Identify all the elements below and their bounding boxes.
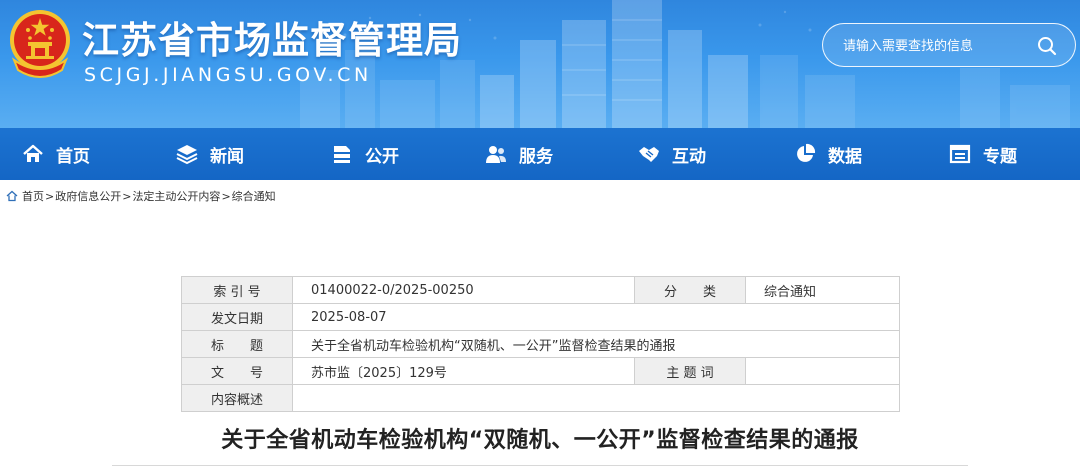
breadcrumb-item-notice[interactable]: 综合通知 (232, 188, 276, 204)
table-row: 标 题 关于全省机动车检验机构“双随机、一公开”监督检查结果的通报 (181, 330, 900, 358)
date-value: 2025-08-07 (292, 303, 900, 331)
nav-item-service[interactable]: 服务 (485, 128, 553, 180)
docno-value: 苏市监〔2025〕129号 (292, 357, 635, 385)
breadcrumb-item-statutory[interactable]: 法定主动公开内容 (132, 188, 220, 204)
article-title: 关于全省机动车检验机构“双随机、一公开”监督检查结果的通报 (221, 428, 859, 453)
nav-label: 数据 (828, 146, 862, 167)
breadcrumb-item-home[interactable]: 首页 (22, 188, 44, 204)
nav-item-public[interactable]: 公开 (331, 128, 399, 180)
keywords-label: 主 题 词 (634, 357, 746, 385)
summary-value (292, 384, 900, 412)
main-nav: 首页 新闻 公开 服务 互动 数据 专题 (0, 128, 1080, 180)
summary-label: 内容概述 (181, 384, 293, 412)
users-icon (486, 146, 506, 163)
nav-item-topics[interactable]: 专题 (949, 128, 1017, 180)
window-icon (949, 144, 971, 164)
search-box (822, 23, 1076, 67)
title-value: 关于全省机动车检验机构“双随机、一公开”监督检查结果的通报 (292, 330, 900, 358)
nav-label: 服务 (519, 146, 553, 167)
index-label: 索 引 号 (181, 276, 293, 304)
keywords-value (745, 357, 900, 385)
handshake-icon (639, 147, 659, 162)
site-header: 江苏省市场监督管理局 SCJGJ.JIANGSU.GOV.CN (0, 0, 1080, 128)
title-label: 标 题 (181, 330, 293, 358)
index-value: 01400022-0/2025-00250 (292, 276, 635, 304)
breadcrumb: 首页 > 政府信息公开 > 法定主动公开内容 > 综合通知 (6, 188, 276, 204)
nav-item-data[interactable]: 数据 (794, 128, 862, 180)
site-title: 江苏省市场监督管理局 (82, 19, 462, 62)
nav-label: 公开 (365, 146, 399, 167)
nav-item-interaction[interactable]: 互动 (638, 128, 706, 180)
breadcrumb-separator: > (221, 189, 231, 203)
nav-label: 首页 (56, 146, 90, 167)
nav-item-home[interactable]: 首页 (22, 128, 90, 180)
pie-chart-icon (797, 143, 816, 162)
stack-icon (334, 146, 350, 163)
title-divider (112, 465, 968, 466)
nav-label: 新闻 (210, 146, 244, 167)
national-emblem-icon (10, 10, 70, 78)
breadcrumb-separator: > (122, 189, 132, 203)
document-meta-table: 索 引 号 01400022-0/2025-00250 分 类 综合通知 发文日… (181, 276, 900, 412)
nav-label: 专题 (983, 146, 1017, 167)
table-row: 索 引 号 01400022-0/2025-00250 分 类 综合通知 (181, 276, 900, 304)
category-value: 综合通知 (745, 276, 900, 304)
breadcrumb-separator: > (45, 189, 55, 203)
search-icon[interactable] (1036, 35, 1058, 57)
search-input[interactable] (843, 36, 1033, 56)
table-row: 内容概述 (181, 384, 900, 412)
layers-icon (176, 145, 198, 165)
nav-item-news[interactable]: 新闻 (176, 128, 244, 180)
category-label: 分 类 (634, 276, 746, 304)
breadcrumb-home-icon (6, 190, 18, 202)
date-label: 发文日期 (181, 303, 293, 331)
table-row: 文 号 苏市监〔2025〕129号 主 题 词 (181, 357, 900, 385)
site-url: SCJGJ.JIANGSU.GOV.CN (84, 64, 372, 86)
home-icon (23, 144, 43, 162)
docno-label: 文 号 (181, 357, 293, 385)
table-row: 发文日期 2025-08-07 (181, 303, 900, 331)
nav-label: 互动 (672, 146, 706, 167)
breadcrumb-item-gov-info[interactable]: 政府信息公开 (55, 188, 121, 204)
